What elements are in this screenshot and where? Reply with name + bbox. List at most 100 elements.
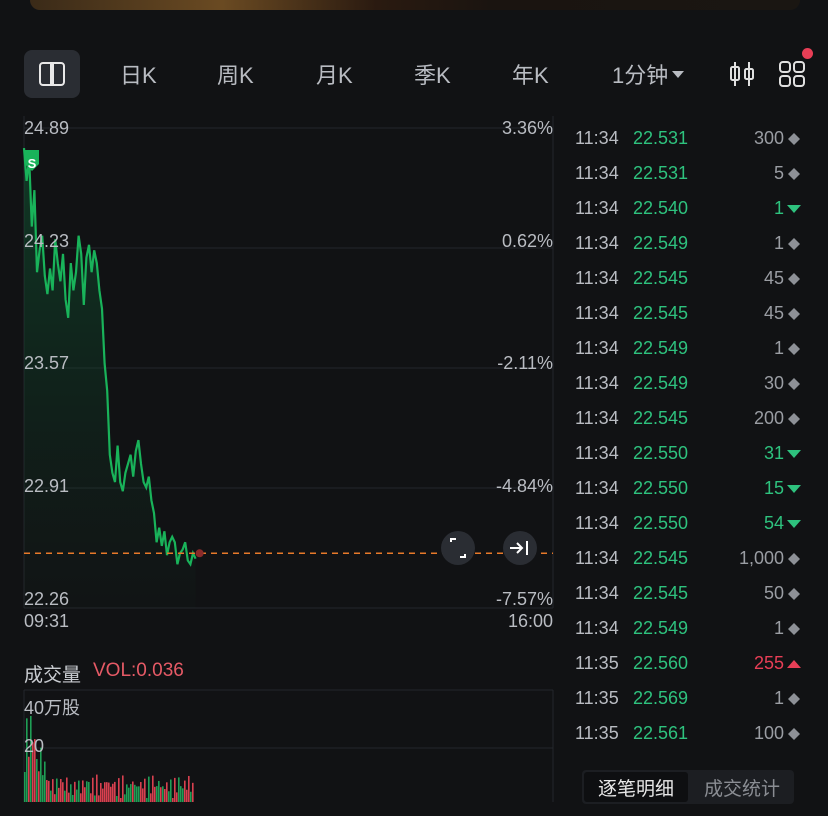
jump-to-latest-button[interactable]	[503, 531, 537, 565]
trade-price: 22.545	[633, 408, 689, 428]
tab-quarter-k[interactable]: 季K	[414, 58, 451, 90]
volume-bar	[54, 794, 56, 802]
grid-apps-icon[interactable]	[778, 60, 806, 88]
volume-bar	[62, 782, 64, 802]
volume-bar	[58, 787, 60, 802]
pct-label-4: -4.84%	[495, 476, 553, 496]
volume-bar	[154, 786, 156, 802]
trade-time: 11:35	[575, 723, 619, 743]
trade-volume: 31	[763, 443, 784, 463]
toolbar: 日K 周K 月K 季K 年K 1分钟	[0, 48, 828, 102]
volume-bar	[96, 774, 98, 802]
trade-price: 22.531	[633, 128, 689, 148]
time-start-label: 09:31	[24, 611, 70, 631]
trade-row: 11:34 22.545 50	[570, 575, 810, 610]
volume-bar	[38, 771, 40, 802]
period-label: 1分钟	[612, 63, 669, 88]
trade-volume: 1	[773, 233, 784, 253]
sidebar-toggle-button[interactable]	[24, 50, 80, 98]
tab-trade-stats[interactable]: 成交统计	[690, 770, 794, 804]
volume-bar	[144, 778, 146, 802]
volume-bar	[76, 789, 78, 802]
price-chart[interactable]: S 24.89 24.23 23.57 22.91 22.26 3.36% 0.…	[0, 110, 560, 640]
trade-time: 11:34	[575, 478, 619, 498]
volume-bar	[188, 775, 190, 802]
diamond-icon	[788, 343, 800, 355]
pct-label-2: 0.62%	[501, 231, 553, 251]
down-triangle-icon	[787, 520, 801, 528]
volume-bar	[98, 795, 100, 802]
volume-bar	[82, 780, 84, 802]
banner-strip	[30, 0, 800, 10]
chevron-down-icon	[672, 70, 685, 78]
volume-bar	[72, 794, 74, 802]
volume-chart[interactable]: 40万股 20	[0, 688, 560, 816]
volume-bar	[118, 778, 120, 802]
volume-bar	[140, 782, 142, 802]
diamond-icon	[788, 238, 800, 250]
trade-row: 11:34 22.545 45	[570, 295, 810, 330]
period-dropdown[interactable]: 1分钟	[612, 58, 685, 90]
trade-price: 22.545	[633, 548, 689, 568]
volume-bar	[26, 718, 28, 802]
volume-bar	[46, 780, 48, 802]
volume-bar	[176, 792, 178, 802]
trade-price: 22.545	[633, 303, 689, 323]
volume-bar	[180, 786, 182, 802]
volume-bar	[166, 782, 168, 802]
trade-price: 22.549	[633, 618, 689, 638]
trade-price: 22.549	[633, 338, 689, 358]
trade-time: 11:34	[575, 268, 619, 288]
diamond-icon	[788, 168, 800, 180]
trade-time: 11:35	[575, 653, 619, 673]
diamond-icon	[788, 273, 800, 285]
trade-row: 11:34 22.550 15	[570, 470, 810, 505]
trade-time: 11:34	[575, 198, 619, 218]
tab-tick-details[interactable]: 逐笔明细	[584, 772, 688, 802]
trade-time: 11:35	[575, 688, 619, 708]
pct-label-bottom: -7.57%	[495, 589, 553, 609]
pct-label-3: -2.11%	[497, 353, 553, 373]
tab-month-k[interactable]: 月K	[316, 58, 353, 90]
trade-row: 11:34 22.550 31	[570, 435, 810, 470]
trade-volume: 5	[773, 163, 784, 183]
volume-bar	[104, 782, 106, 802]
diamond-icon	[788, 378, 800, 390]
trade-volume: 1	[773, 688, 784, 708]
trade-price: 22.549	[633, 373, 689, 393]
fullscreen-button[interactable]	[441, 531, 475, 565]
trade-list[interactable]: 11:34 22.531 300 11:34 22.531 5 11:34 22.540 1 11…	[570, 120, 810, 750]
volume-bar	[66, 777, 68, 802]
volume-title: 成交量	[24, 665, 82, 686]
down-triangle-icon	[787, 450, 801, 458]
trade-price: 22.540	[633, 198, 689, 218]
tab-week-k[interactable]: 周K	[217, 58, 254, 90]
volume-bar	[162, 786, 164, 802]
diamond-icon	[788, 553, 800, 565]
volume-bar	[86, 781, 88, 802]
volume-bar	[186, 789, 188, 802]
volume-bar	[132, 781, 134, 802]
trade-price: 22.550	[633, 478, 689, 498]
diamond-icon	[788, 623, 800, 635]
trade-time: 11:34	[575, 548, 619, 568]
volume-bar	[68, 792, 70, 802]
volume-bar	[110, 786, 112, 802]
trade-price: 22.569	[633, 688, 689, 708]
tab-day-k[interactable]: 日K	[120, 58, 157, 90]
trade-volume: 45	[763, 268, 784, 288]
volume-bar	[178, 777, 180, 802]
price-area	[24, 148, 196, 608]
volume-bar	[136, 786, 138, 802]
candlestick-icon[interactable]	[728, 60, 756, 88]
trade-volume: 100	[753, 723, 784, 743]
trade-price: 22.561	[633, 723, 689, 743]
volume-bar	[122, 775, 124, 802]
diamond-icon	[788, 413, 800, 425]
tab-year-k[interactable]: 年K	[512, 58, 549, 90]
trade-price: 22.550	[633, 443, 689, 463]
volume-bar	[48, 780, 50, 802]
volume-axis-top: 40万股	[24, 698, 81, 718]
volume-bar	[102, 788, 104, 802]
volume-bar	[80, 793, 82, 802]
